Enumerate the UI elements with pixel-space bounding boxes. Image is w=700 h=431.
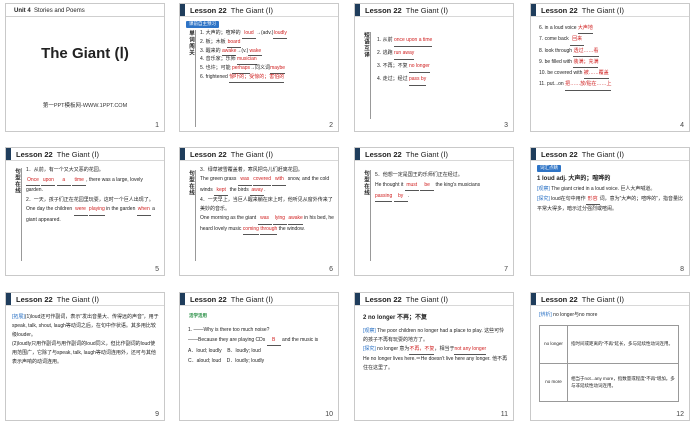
slide-thumbnail-2[interactable]: Lesson 22 The Giant (Ⅰ) 课前自主预习 单词闯关 1. 大… bbox=[179, 3, 339, 132]
slide-thumbnail-1[interactable]: Unit 4 Stories and Poems The Giant (Ⅰ) 第… bbox=[5, 3, 165, 132]
vocab-point: 1 loud adj. 大声的；喧哗的 [观察] The giant cried… bbox=[537, 176, 683, 213]
slide-number: 12 bbox=[676, 411, 684, 418]
table-row: no more 相当于not...any more，指数量或程度“不再”增加。多… bbox=[539, 363, 679, 402]
vocab-point: 2 no longer 不再；不复 [观察] The poor children… bbox=[363, 315, 508, 371]
slide-header: Lesson 22 The Giant (Ⅰ) bbox=[6, 293, 164, 306]
slide-header: Lesson 22 The Giant (Ⅰ) bbox=[355, 293, 513, 306]
slide-number: 1 bbox=[155, 122, 159, 129]
slide-title: The Giant (Ⅰ) bbox=[41, 45, 129, 62]
slide-header: Lesson 22 The Giant (Ⅰ) bbox=[531, 293, 689, 306]
slide-thumbnail-7[interactable]: Lesson 22 The Giant (Ⅰ) 句型在线 5．他想一定是国王的乐… bbox=[354, 147, 514, 276]
sentence-exercise: 3．绿草被雪覆盖着，寒风把鸟儿们赶离花园。 The green grass wa… bbox=[200, 166, 334, 235]
practice-question: 1. ——Why is there too much noise? ——Beca… bbox=[188, 327, 319, 364]
side-label: 单词闯关 bbox=[184, 30, 196, 127]
slide-number: 4 bbox=[680, 122, 684, 129]
slide-header: Lesson 22 The Giant (Ⅰ) bbox=[180, 148, 338, 161]
slide-thumbnail-6[interactable]: Lesson 22 The Giant (Ⅰ) 句型在线 3．绿草被雪覆盖着，寒… bbox=[179, 147, 339, 276]
phrase-list: 6. in a loud voice 大声地 7. come back 回来 8… bbox=[539, 23, 612, 91]
slide-header: Lesson 22 The Giant (Ⅰ) bbox=[6, 148, 164, 161]
sentence-exercise: 1．从前，有一个又大又恶的花园。 Once upon a time, there… bbox=[26, 167, 155, 223]
slide-thumbnail-4[interactable]: Lesson 22 The Giant (Ⅰ) 6. in a loud voi… bbox=[530, 3, 690, 132]
slide-thumbnail-3[interactable]: Lesson 22 The Giant (Ⅰ) 短语互译 1. 从前 once … bbox=[354, 3, 514, 132]
slide-header: Lesson 22 The Giant (Ⅰ) bbox=[531, 4, 689, 17]
slide-header: Lesson 22 The Giant (Ⅰ) bbox=[180, 4, 338, 17]
slide-header: Lesson 22 The Giant (Ⅰ) bbox=[355, 4, 513, 17]
slide-number: 11 bbox=[500, 411, 508, 418]
slide-number: 7 bbox=[504, 266, 508, 273]
slide-number: 9 bbox=[155, 411, 159, 418]
extension-notes: [拓展](1)loud还可作副词，表示“发出音量大、传得远的声音”，用于spea… bbox=[12, 314, 159, 365]
slide-header: Lesson 22 The Giant (Ⅰ) bbox=[180, 293, 338, 306]
slide-number: 3 bbox=[504, 122, 508, 129]
phrase-list: 1. 从前 once upon a time 2. 逃跑 run away 3.… bbox=[377, 34, 433, 86]
slide-number: 8 bbox=[680, 266, 684, 273]
slide-thumbnail-9[interactable]: Lesson 22 The Giant (Ⅰ) [拓展](1)loud还可作副词… bbox=[5, 292, 165, 421]
section-tag: 活学活用 bbox=[189, 313, 207, 318]
comparison-heading: [辨析] no longer与no more bbox=[539, 312, 598, 318]
side-label: 句型在线 bbox=[10, 168, 22, 261]
table-row: no longer 指时间或距离的“不再”延长，多与延续性动词连用。 bbox=[539, 325, 679, 364]
slide-header: Lesson 22 The Giant (Ⅰ) bbox=[355, 148, 513, 161]
comparison-table: no longer 指时间或距离的“不再”延长，多与延续性动词连用。 no mo… bbox=[539, 325, 679, 402]
side-label: 句型在线 bbox=[184, 170, 196, 261]
slide-number: 10 bbox=[325, 411, 333, 418]
section-tag: 词汇点睛 bbox=[537, 165, 561, 173]
slide-header: Lesson 22 The Giant (Ⅰ) bbox=[531, 148, 689, 161]
slide-thumbnail-8[interactable]: Lesson 22 The Giant (Ⅰ) 词汇点睛 1 loud adj.… bbox=[530, 147, 690, 276]
side-label: 短语互译 bbox=[359, 32, 371, 119]
unit-label: Unit 4 Stories and Poems bbox=[14, 8, 85, 14]
slide-number: 6 bbox=[329, 266, 333, 273]
section-tag: 课前自主预习 bbox=[186, 21, 219, 29]
slide-thumbnail-11[interactable]: Lesson 22 The Giant (Ⅰ) 2 no longer 不再；不… bbox=[354, 292, 514, 421]
slide-thumbnail-12[interactable]: Lesson 22 The Giant (Ⅰ) [辨析] no longer与n… bbox=[530, 292, 690, 421]
slide-thumbnail-5[interactable]: Lesson 22 The Giant (Ⅰ) 句型在线 1．从前，有一个又大又… bbox=[5, 147, 165, 276]
slide-subtitle: 第一PPT模板网-WWW.1PPT.COM bbox=[42, 103, 128, 109]
slide-number: 2 bbox=[329, 122, 333, 129]
side-label: 句型在线 bbox=[359, 170, 371, 261]
slide-number: 5 bbox=[155, 266, 159, 273]
slide-thumbnail-10[interactable]: Lesson 22 The Giant (Ⅰ) 活学活用 1. ——Why is… bbox=[179, 292, 339, 421]
vocab-list: 1. 大声的；喧哗的 loud →(adv.)loudly 2. 板；木板 boa… bbox=[200, 30, 288, 83]
sentence-exercise: 5．他想一定是国王的乐师们正在经过。 He thought it must be… bbox=[375, 170, 509, 202]
